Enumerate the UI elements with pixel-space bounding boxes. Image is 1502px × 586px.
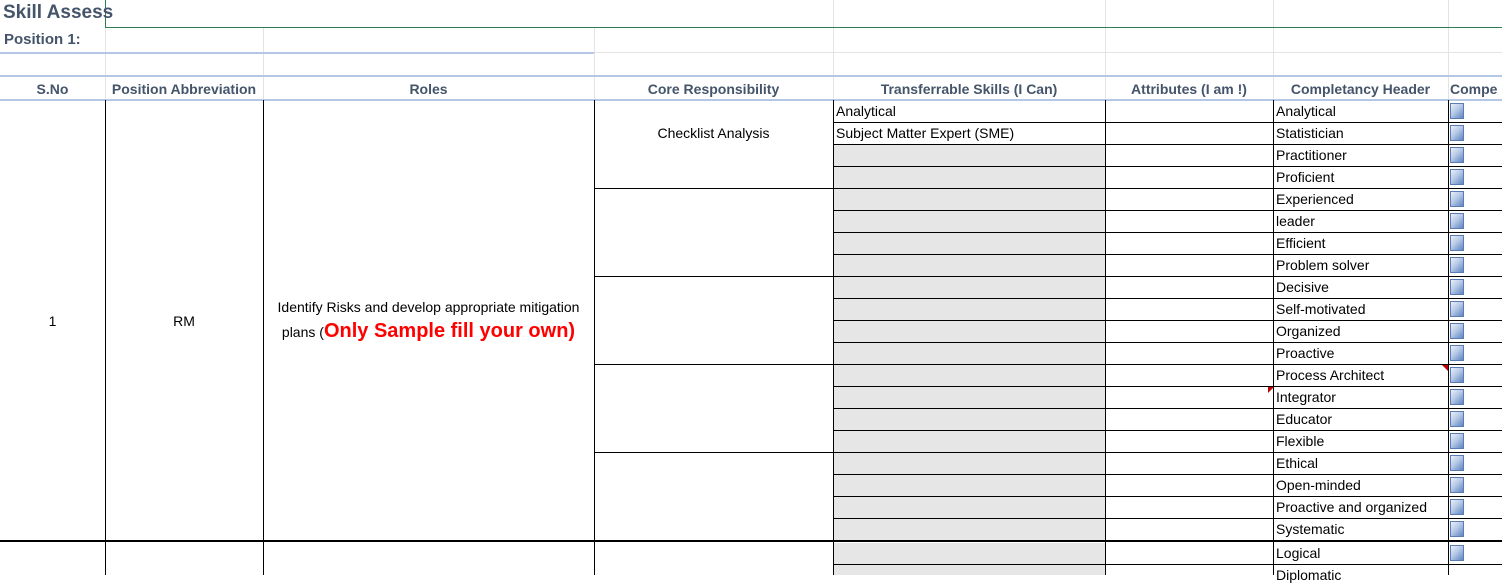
competency-checkbox[interactable] xyxy=(1450,323,1464,339)
competency-checkbox[interactable] xyxy=(1450,191,1464,207)
header-competency-cut[interactable]: Compe xyxy=(1450,78,1502,100)
skill-empty-cell[interactable] xyxy=(834,321,1105,342)
skill-empty-cell[interactable] xyxy=(834,277,1105,298)
skill-empty-cell[interactable] xyxy=(834,189,1105,210)
skill-empty-cell[interactable] xyxy=(834,519,1105,540)
competency-checkbox[interactable] xyxy=(1450,367,1464,383)
position-abbreviation-cell[interactable]: RM xyxy=(105,310,263,332)
competency-checkbox[interactable] xyxy=(1450,433,1464,449)
sheet-title: Skill Assess xyxy=(3,2,114,23)
core-responsibility-cell[interactable]: Checklist Analysis xyxy=(594,122,833,144)
sample-note: Only Sample fill your own) xyxy=(323,320,576,342)
sno-cell[interactable]: 1 xyxy=(0,310,105,332)
roles-line-2: plans (Only Sample fill your own) xyxy=(263,318,594,345)
competency-checkbox[interactable] xyxy=(1450,279,1464,295)
skill-cell-1[interactable]: Analytical xyxy=(834,100,1107,122)
header-competency[interactable]: Completancy Header xyxy=(1273,78,1448,100)
header-position-abbreviation[interactable]: Position Abbreviation xyxy=(105,78,263,100)
competency-item[interactable]: Self-motivated xyxy=(1274,298,1450,320)
skill-empty-cell[interactable] xyxy=(834,387,1105,408)
core-responsibility-value: Checklist Analysis xyxy=(657,125,770,141)
competency-item[interactable]: Open-minded xyxy=(1274,474,1450,496)
skill-empty-cell[interactable] xyxy=(834,543,1105,564)
skill-cell-2[interactable]: Subject Matter Expert (SME) xyxy=(834,122,1107,144)
competency-checkbox[interactable] xyxy=(1450,345,1464,361)
competency-checkbox[interactable] xyxy=(1450,169,1464,185)
competency-checkbox[interactable] xyxy=(1450,125,1464,141)
competency-item[interactable]: Problem solver xyxy=(1274,254,1450,276)
skill-empty-cell[interactable] xyxy=(834,365,1105,386)
skill-empty-cell[interactable] xyxy=(834,431,1105,452)
competency-checkbox[interactable] xyxy=(1450,477,1464,493)
competency-item[interactable]: Experienced xyxy=(1274,188,1450,210)
skill-empty-cell[interactable] xyxy=(834,167,1105,188)
header-transferrable-skills[interactable]: Transferrable Skills (I Can) xyxy=(833,78,1105,100)
skill-empty-cell[interactable] xyxy=(834,475,1105,496)
position-abbreviation-value: RM xyxy=(173,313,195,329)
competency-item[interactable]: Diplomatic xyxy=(1274,564,1450,586)
competency-item[interactable]: Logical xyxy=(1274,542,1450,564)
competency-checkbox[interactable] xyxy=(1450,545,1464,561)
competency-checkbox[interactable] xyxy=(1450,389,1464,405)
competency-item[interactable]: Integrator xyxy=(1274,386,1450,408)
competency-checkbox[interactable] xyxy=(1450,499,1464,515)
competency-checkbox[interactable] xyxy=(1450,521,1464,537)
sno-value: 1 xyxy=(48,313,57,329)
skill-empty-cell[interactable] xyxy=(834,145,1105,166)
comment-indicator-icon[interactable] xyxy=(1268,387,1274,393)
competency-item[interactable]: Proactive xyxy=(1274,342,1450,364)
competency-item[interactable]: Ethical xyxy=(1274,452,1450,474)
competency-checkbox[interactable] xyxy=(1450,235,1464,251)
skill-empty-cell[interactable] xyxy=(834,299,1105,320)
competency-checkbox[interactable] xyxy=(1450,257,1464,273)
skill-empty-cell[interactable] xyxy=(834,233,1105,254)
competency-item[interactable]: Systematic xyxy=(1274,518,1450,540)
competency-item[interactable]: leader xyxy=(1274,210,1450,232)
skill-empty-cell[interactable] xyxy=(834,409,1105,430)
skill-empty-cell[interactable] xyxy=(834,453,1105,474)
competency-item[interactable]: Process Architect xyxy=(1274,364,1450,386)
competency-checkbox[interactable] xyxy=(1450,455,1464,471)
competency-item[interactable]: Practitioner xyxy=(1274,144,1450,166)
position-underline xyxy=(0,52,594,54)
competency-item[interactable]: Proactive and organized xyxy=(1274,496,1450,518)
header-sno[interactable]: S.No xyxy=(0,78,105,100)
skill-empty-cell[interactable] xyxy=(834,565,1105,575)
skill-empty-cell[interactable] xyxy=(834,255,1105,276)
competency-item[interactable]: Efficient xyxy=(1274,232,1450,254)
skill-empty-cell[interactable] xyxy=(834,211,1105,232)
competency-item[interactable]: Educator xyxy=(1274,408,1450,430)
roles-cell[interactable]: Identify Risks and develop appropriate m… xyxy=(263,294,594,345)
header-roles[interactable]: Roles xyxy=(263,78,594,100)
title-cell-border[interactable] xyxy=(105,0,1502,28)
competency-item[interactable]: Decisive xyxy=(1274,276,1450,298)
header-attributes[interactable]: Attributes (I am !) xyxy=(1105,78,1273,100)
competency-checkbox[interactable] xyxy=(1450,147,1464,163)
skill-empty-cell[interactable] xyxy=(834,497,1105,518)
competency-item[interactable]: Organized xyxy=(1274,320,1450,342)
competency-checkbox[interactable] xyxy=(1450,103,1464,119)
competency-checkbox[interactable] xyxy=(1450,301,1464,317)
comment-indicator-icon[interactable] xyxy=(1442,365,1448,371)
skill-empty-cell[interactable] xyxy=(834,343,1105,364)
header-top-rule xyxy=(0,75,1502,77)
roles-line-2-prefix: plans ( xyxy=(281,324,324,340)
competency-checkbox[interactable] xyxy=(1450,213,1464,229)
competency-item[interactable]: Statistician xyxy=(1274,122,1450,144)
position-label: Position 1: xyxy=(4,31,81,48)
competency-item[interactable]: Flexible xyxy=(1274,430,1450,452)
header-core-responsibility[interactable]: Core Responsibility xyxy=(594,78,833,100)
competency-item[interactable]: Analytical xyxy=(1274,100,1450,122)
roles-line-1: Identify Risks and develop appropriate m… xyxy=(277,299,580,315)
competency-item[interactable]: Proficient xyxy=(1274,166,1450,188)
competency-checkbox[interactable] xyxy=(1450,411,1464,427)
